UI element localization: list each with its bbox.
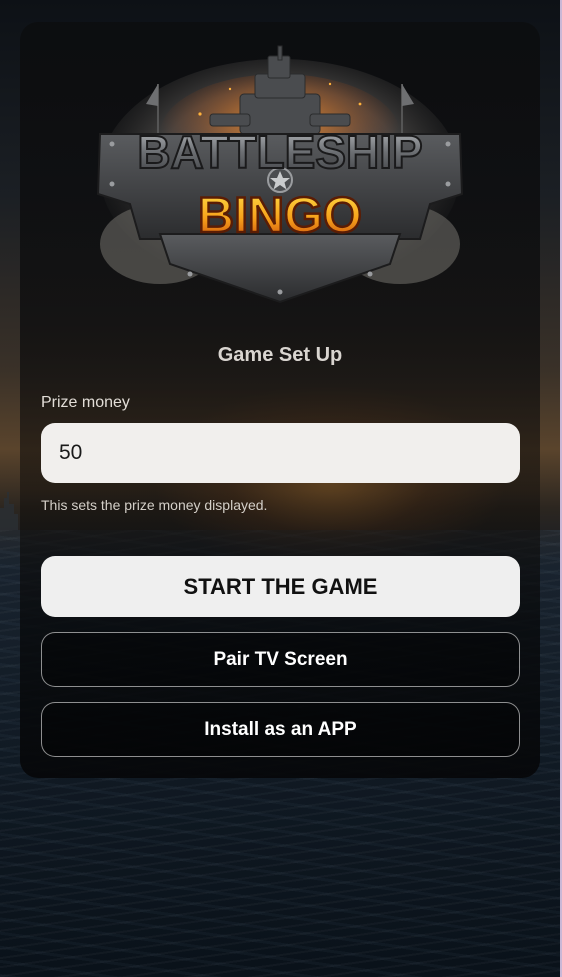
install-app-button[interactable]: Install as an APP: [41, 702, 520, 757]
start-game-button[interactable]: START THE GAME: [41, 556, 520, 617]
prize-money-label: Prize money: [41, 394, 130, 411]
pair-tv-screen-button[interactable]: Pair TV Screen: [41, 632, 520, 687]
page-title: Game Set Up: [217, 344, 343, 366]
logo-title-line1: BATTLESHIP: [137, 126, 422, 178]
battleship-bingo-logo: BATTLESHIP BINGO: [96, 45, 464, 304]
prize-money-hint: This sets the prize money displayed.: [41, 497, 268, 513]
distant-ship-silhouette: [0, 492, 18, 530]
prize-money-input[interactable]: [41, 423, 520, 483]
logo-title-line2: BINGO: [198, 187, 362, 243]
